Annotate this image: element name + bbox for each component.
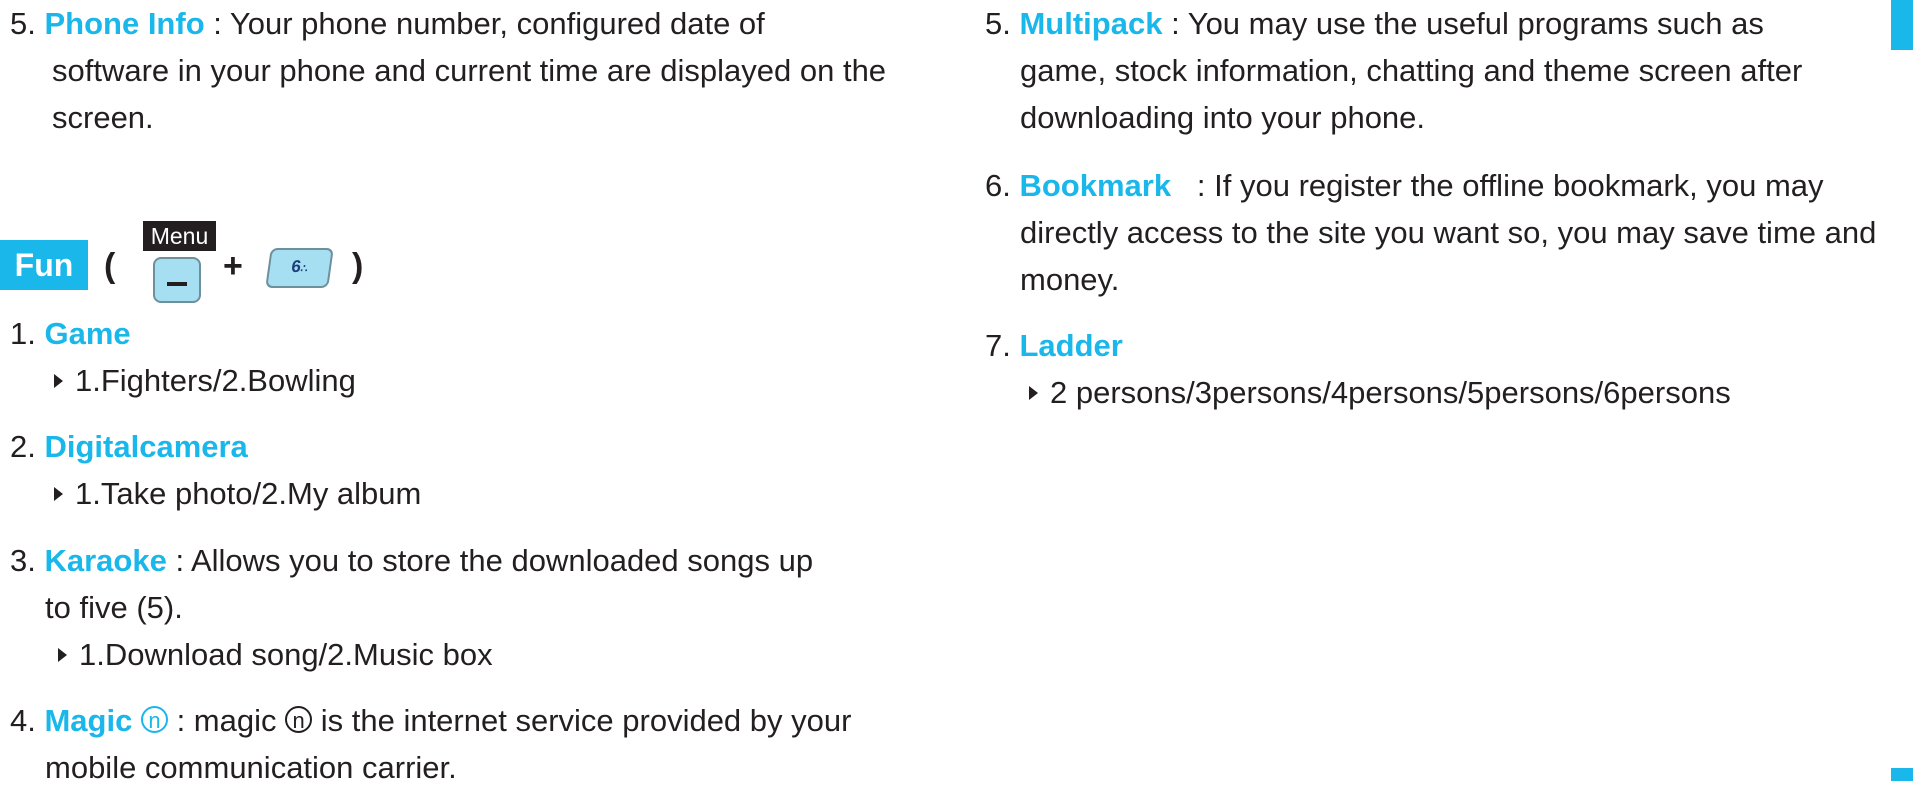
multipack-cont-1: game, stock information, chatting and th… bbox=[1020, 53, 1803, 88]
triangle-bullet-icon bbox=[58, 647, 67, 662]
item-desc: is the internet service provided by your bbox=[312, 703, 852, 738]
phone-info-cont-1: software in your phone and current time … bbox=[52, 53, 887, 88]
karaoke-cont: to five (5). bbox=[45, 590, 183, 625]
item-number: 4. bbox=[10, 703, 36, 738]
list-item-magic: 4. Magic n : magic n is the internet ser… bbox=[10, 697, 851, 744]
submenu-text: 1.Fighters/2.Bowling bbox=[75, 363, 356, 398]
edge-accent-bar bbox=[1891, 768, 1913, 781]
fun-section-title: Fun bbox=[0, 240, 88, 290]
triangle-bullet-icon bbox=[54, 486, 63, 501]
menu-label: Menu bbox=[143, 221, 216, 251]
item-number: 5. bbox=[10, 6, 36, 41]
phone-info-item: 5. Phone Info : Your phone number, confi… bbox=[10, 0, 765, 47]
item-number: 6. bbox=[985, 168, 1011, 203]
list-item-multipack: 5. Multipack : You may use the useful pr… bbox=[985, 0, 1764, 47]
digitalcamera-submenu: 1.Take photo/2.My album bbox=[54, 470, 421, 517]
item-term: Game bbox=[44, 316, 131, 351]
list-item-bookmark: 6. Bookmark : If you register the offlin… bbox=[985, 162, 1824, 209]
submenu-text: 1.Download song/2.Music box bbox=[79, 637, 493, 672]
item-term: Digitalcamera bbox=[44, 429, 248, 464]
item-number: 7. bbox=[985, 328, 1011, 363]
six-key-icon: 6∴ bbox=[265, 248, 334, 288]
item-term: Karaoke bbox=[44, 543, 167, 578]
plus-sign: + bbox=[223, 247, 243, 285]
edge-accent-bar bbox=[1891, 0, 1913, 50]
item-number: 2. bbox=[10, 429, 36, 464]
item-desc: : magic bbox=[167, 703, 286, 738]
item-number: 3. bbox=[10, 543, 36, 578]
item-term: Multipack bbox=[1019, 6, 1163, 41]
item-term: Magic bbox=[44, 703, 133, 738]
close-paren: ) bbox=[352, 247, 364, 285]
submenu-text: 1.Take photo/2.My album bbox=[75, 476, 422, 511]
key-letters-icon: ∴ bbox=[299, 263, 309, 275]
phone-info-cont-2: screen. bbox=[52, 100, 154, 135]
bookmark-cont-2: money. bbox=[1020, 262, 1120, 297]
open-paren: ( bbox=[104, 247, 116, 285]
multipack-cont-2: downloading into your phone. bbox=[1020, 100, 1426, 135]
circled-n-icon: n bbox=[140, 706, 168, 734]
game-submenu: 1.Fighters/2.Bowling bbox=[54, 357, 356, 404]
item-desc: : Allows you to store the downloaded son… bbox=[166, 543, 814, 578]
item-number: 5. bbox=[985, 6, 1011, 41]
submenu-text: 2 persons/3persons/4persons/5persons/6pe… bbox=[1050, 375, 1731, 410]
list-item-game: 1. Game bbox=[10, 310, 131, 357]
triangle-bullet-icon bbox=[54, 373, 63, 388]
item-term: Ladder bbox=[1019, 328, 1123, 363]
list-item-digitalcamera: 2. Digitalcamera bbox=[10, 423, 248, 470]
phone-info-term: Phone Info bbox=[44, 6, 205, 41]
triangle-bullet-icon bbox=[1029, 385, 1038, 400]
item-desc: : You may use the useful programs such a… bbox=[1162, 6, 1764, 41]
circled-n-icon: n bbox=[285, 706, 313, 734]
list-item-karaoke: 3. Karaoke : Allows you to store the dow… bbox=[10, 537, 813, 584]
ladder-submenu: 2 persons/3persons/4persons/5persons/6pe… bbox=[1029, 369, 1731, 416]
dash-icon bbox=[167, 282, 187, 286]
karaoke-submenu: 1.Download song/2.Music box bbox=[58, 631, 493, 678]
phone-info-desc: : Your phone number, configured date of bbox=[204, 6, 765, 41]
list-item-ladder: 7. Ladder bbox=[985, 322, 1123, 369]
item-number: 1. bbox=[10, 316, 36, 351]
magic-cont: mobile communication carrier. bbox=[45, 750, 457, 785]
menu-key-icon bbox=[153, 257, 201, 303]
item-term: Bookmark bbox=[1019, 168, 1172, 203]
item-desc: : If you register the offline bookmark, … bbox=[1171, 168, 1824, 203]
bookmark-cont-1: directly access to the site you want so,… bbox=[1020, 215, 1877, 250]
